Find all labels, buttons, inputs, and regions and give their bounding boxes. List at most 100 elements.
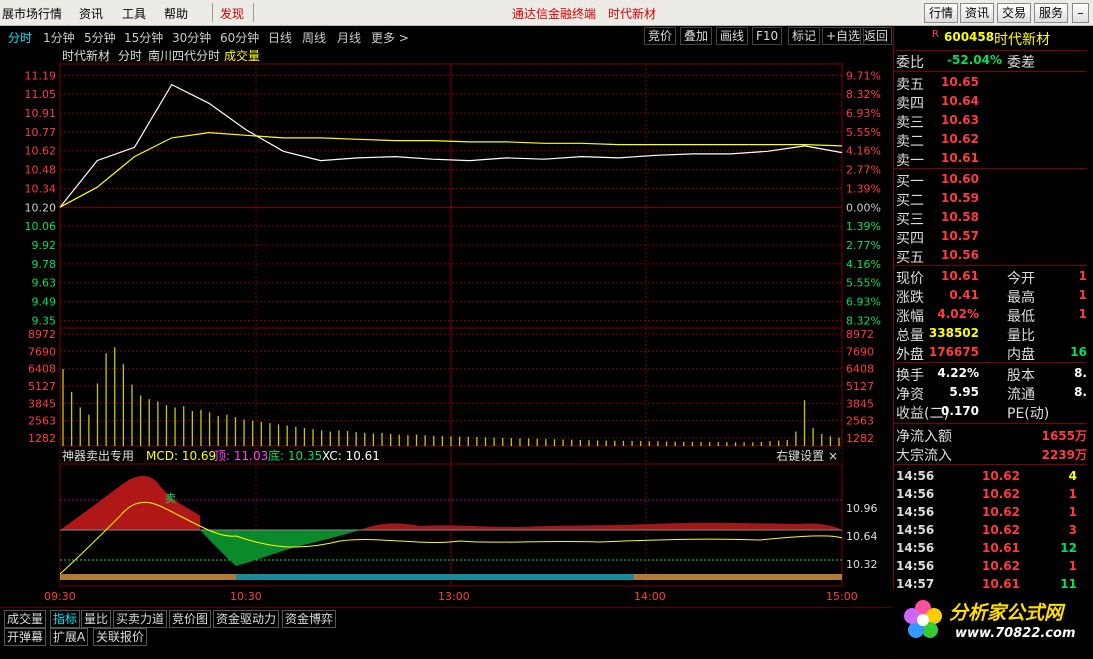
buy-level-label: 买三 [896, 212, 924, 228]
tab-volume[interactable]: 成交量 [4, 610, 47, 628]
buy-price: 10.60 [941, 172, 979, 186]
tab-more[interactable]: 更多 > [371, 29, 409, 46]
tab-auction-chart[interactable]: 竞价图 [169, 610, 212, 628]
price-tick-label: 10.06 [25, 220, 57, 233]
volume-tick-label-right: 8972 [846, 328, 874, 341]
stat-label: 涨幅 [896, 309, 924, 325]
draw-button[interactable]: 画线 [716, 27, 749, 45]
danmaku-button[interactable]: 开弹幕 [4, 628, 47, 646]
tick-row: 14:56 10.62 4 [894, 467, 1087, 485]
tab-fund-drive[interactable]: 资金驱动力 [213, 610, 280, 628]
tick-price: 10.61 [982, 577, 1020, 591]
stat-value-2: 1 [1078, 269, 1087, 283]
chart-period: 分时 [118, 49, 142, 63]
tick-time: 14:56 [896, 505, 935, 519]
extend-a-button[interactable]: 扩展A [50, 628, 89, 646]
pct-tick-label: 9.71% [846, 69, 881, 82]
stat-value: 5.95 [949, 385, 979, 399]
volume-tick-label-right: 1282 [846, 432, 874, 445]
tick-volume: 11 [1060, 577, 1077, 591]
tab-fund-game[interactable]: 资金博弈 [282, 610, 337, 628]
stock-header: R 600458 时代新材 [894, 26, 1093, 48]
stat-row: 涨跌 0.41 最高 1 [894, 287, 1087, 306]
quote-panel: R 600458 时代新材 委比 -52.04% 委差 卖五 10.65 卖四 10.… [893, 26, 1093, 657]
tab-60min[interactable]: 60分钟 [220, 29, 259, 46]
price-tick-label: 9.35 [32, 314, 57, 327]
stat-value: 338502 [928, 326, 979, 340]
menu-item-help[interactable]: 帮助 [164, 5, 188, 22]
f10-button[interactable]: F10 [752, 27, 783, 45]
stat-label: 换手 [896, 368, 924, 384]
sell-level-label: 卖四 [896, 96, 924, 112]
chart-canvas[interactable]: 11.19 9.71% 11.05 8.32% 10.91 6.93% 10.77 5.55%… [0, 46, 892, 606]
divider [894, 423, 1087, 424]
indicator-xc: XC: 10.61 [322, 449, 380, 463]
menu-item-news[interactable]: 资讯 [79, 5, 103, 22]
pct-tick-label: 8.32% [846, 88, 881, 101]
tick-volume: 12 [1060, 541, 1077, 555]
stat-value: 4.02% [937, 307, 979, 321]
quote-button[interactable]: 行情 [924, 3, 958, 23]
indicator-tick-label: 10.96 [846, 502, 878, 515]
tick-price: 10.62 [982, 523, 1020, 537]
tab-intraday[interactable]: 分时 [8, 29, 32, 46]
divider [894, 464, 1087, 465]
tab-buy-sell-force[interactable]: 买卖力道 [113, 610, 168, 628]
stat-row: 涨幅 4.02% 最低 1 [894, 306, 1087, 325]
signal-strip-brown [60, 574, 236, 580]
overlay-button[interactable]: 叠加 [680, 27, 713, 45]
auction-button[interactable]: 竞价 [644, 27, 677, 45]
stat-row: 外盘 176675 内盘 16 [894, 344, 1087, 363]
stat-label-2: 最低 [1007, 309, 1035, 325]
stat-row: 总量 338502 量比 [894, 325, 1087, 344]
stat-value-2: 8. [1074, 385, 1087, 399]
menu-separator [253, 3, 254, 22]
divider [894, 50, 1087, 51]
tick-volume: 3 [1068, 523, 1077, 537]
price-tick-label: 10.34 [25, 182, 57, 195]
minimize-icon[interactable]: – [1072, 3, 1089, 23]
chart-stock-name: 时代新材 [62, 48, 110, 63]
tick-row: 14:56 10.62 1 [894, 557, 1087, 575]
sell-level-row: 卖三 10.63 [894, 112, 1087, 131]
buy-price: 10.56 [941, 248, 979, 262]
service-button[interactable]: 服务 [1034, 3, 1068, 23]
tab-30min[interactable]: 30分钟 [172, 29, 211, 46]
price-tick-label: 10.48 [25, 164, 57, 177]
sell-level-row: 卖五 10.65 [894, 74, 1087, 93]
menu-bar: 展市场行情 资讯 工具 帮助 发现 通达信金融终端 时代新材 行情 资讯 交易 … [0, 0, 1093, 26]
sell-price: 10.64 [941, 94, 979, 108]
pct-tick-label: 1.39% [846, 182, 881, 195]
mark-button[interactable]: 标记 [788, 27, 821, 45]
menu-item-market[interactable]: 展市场行情 [2, 5, 62, 22]
tab-daily[interactable]: 日线 [268, 29, 292, 46]
chart-vol-label: 成交量 [224, 48, 260, 63]
stat-label-2: 量比 [1007, 328, 1035, 344]
tab-monthly[interactable]: 月线 [337, 29, 361, 46]
buy-level-row: 买二 10.59 [894, 190, 1087, 209]
tab-5min[interactable]: 5分钟 [84, 29, 116, 46]
add-watchlist-button[interactable]: +自选 [822, 27, 865, 45]
tab-15min[interactable]: 15分钟 [124, 29, 163, 46]
tab-indicator[interactable]: 指标 [50, 610, 81, 628]
trade-button[interactable]: 交易 [997, 3, 1031, 23]
sell-level-row: 卖二 10.62 [894, 131, 1087, 150]
buy-level-label: 买一 [896, 174, 924, 190]
related-quote-button[interactable]: 关联报价 [93, 628, 148, 646]
pct-tick-label: 5.55% [846, 277, 881, 290]
intraday-chart[interactable]: 11.19 9.71% 11.05 8.32% 10.91 6.93% 10.77 5.55%… [0, 46, 892, 606]
news-button[interactable]: 资讯 [960, 3, 994, 23]
back-button[interactable]: 返回 [860, 27, 893, 45]
tab-volume-ratio[interactable]: 量比 [81, 610, 112, 628]
tick-price: 10.61 [982, 541, 1020, 555]
time-axis-label: 09:30 [44, 590, 76, 603]
tick-row: 14:56 10.62 3 [894, 521, 1087, 539]
tick-row: 14:56 10.61 12 [894, 539, 1087, 557]
logo-url: www.70822.com [955, 626, 1076, 641]
stat-row: 换手 4.22% 股本 8. [894, 365, 1087, 384]
tick-time: 14:57 [896, 577, 935, 591]
tab-weekly[interactable]: 周线 [302, 29, 326, 46]
menu-item-tools[interactable]: 工具 [122, 5, 146, 22]
tab-1min[interactable]: 1分钟 [43, 29, 75, 46]
menu-item-discover[interactable]: 发现 [220, 5, 244, 22]
